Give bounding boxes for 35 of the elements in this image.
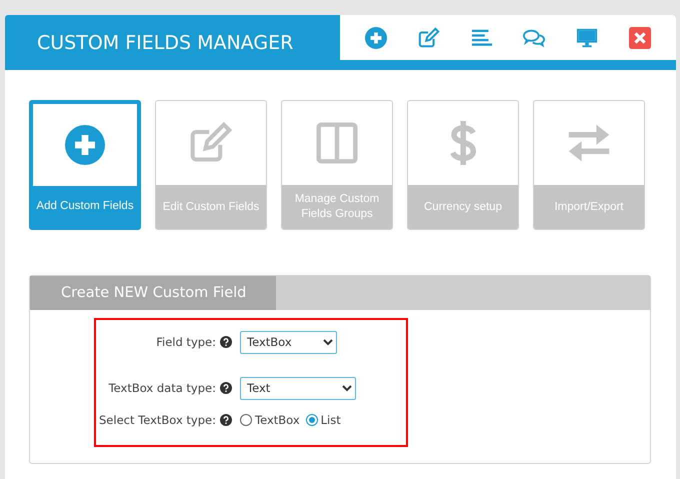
field-label: Field type: xyxy=(156,335,216,349)
help-icon[interactable] xyxy=(220,336,232,348)
window-title: CUSTOM FIELDS MANAGER xyxy=(36,30,294,56)
plus-circle-icon xyxy=(365,26,388,48)
tile-caption: Add Custom Fields xyxy=(33,186,137,226)
radio-button[interactable] xyxy=(306,414,318,426)
columns-icon xyxy=(315,121,359,165)
radio-option[interactable]: TextBox xyxy=(240,413,300,427)
menu-tile[interactable]: Currency setup xyxy=(407,100,519,230)
toolbar-button[interactable] xyxy=(365,26,388,48)
radio-option[interactable]: List xyxy=(306,413,341,427)
menu-tile[interactable]: Import/Export xyxy=(533,100,645,230)
monitor-icon xyxy=(576,26,598,48)
dropdown-field[interactable]: TextBox xyxy=(240,330,337,354)
toolbar-button[interactable] xyxy=(418,26,440,48)
menu-tile[interactable]: Add Custom Fields xyxy=(29,100,141,230)
toolbar-button[interactable] xyxy=(628,26,651,48)
help-icon[interactable] xyxy=(220,382,232,394)
help-icon[interactable] xyxy=(220,414,232,426)
menu-tile[interactable]: Edit Custom Fields xyxy=(155,100,267,230)
field-label: TextBox data type: xyxy=(108,381,216,395)
tile-caption: Import/Export xyxy=(534,185,644,229)
tile-caption: Manage Custom Fields Groups xyxy=(282,185,392,229)
radio-button[interactable] xyxy=(240,414,252,426)
panel-tab[interactable]: Create NEW Custom Field xyxy=(30,276,276,310)
close-icon xyxy=(628,26,651,48)
edit-icon xyxy=(418,26,440,48)
field-label: Select TextBox type: xyxy=(99,413,216,427)
tile-caption: Currency setup xyxy=(408,185,518,229)
plus-circle-icon xyxy=(65,125,105,165)
menu-tile[interactable]: Manage Custom Fields Groups xyxy=(281,100,393,230)
toolbar-button[interactable] xyxy=(576,26,598,48)
tile-caption: Edit Custom Fields xyxy=(156,185,266,229)
dropdown-field[interactable]: Text xyxy=(240,376,356,400)
dollar-icon xyxy=(450,121,476,165)
